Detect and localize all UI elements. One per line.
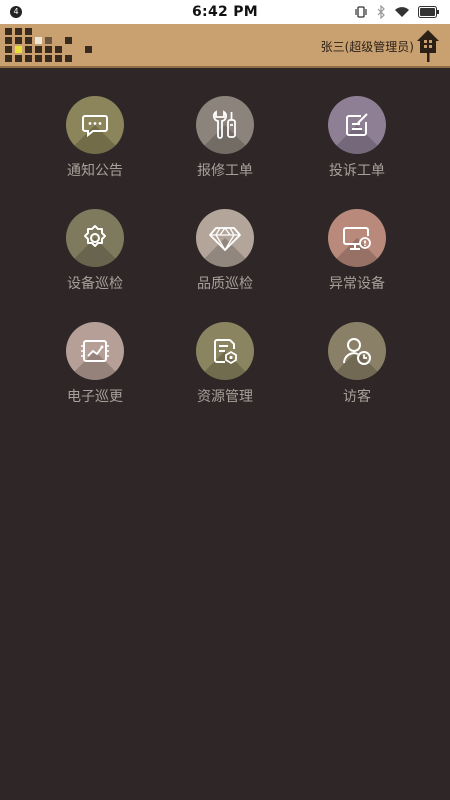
wifi-icon — [395, 7, 409, 17]
menu-item-icon-bg — [328, 322, 386, 380]
menu-item-icon-bg — [66, 209, 124, 267]
resource-doc-icon — [214, 339, 237, 365]
menu-item-resource-management[interactable]: 资源管理 — [170, 322, 280, 406]
menu-item-notice[interactable]: 通知公告 — [40, 96, 150, 180]
menu-item-label: 报修工单 — [197, 163, 253, 179]
notification-badge: 4 — [10, 6, 22, 18]
menu-item-icon-bg — [196, 322, 254, 380]
repair-tools-icon — [213, 110, 236, 139]
menu-item-icon-bg — [66, 96, 124, 154]
menu-item-abnormal-equipment[interactable]: 异常设备 — [302, 209, 412, 293]
user-name-label[interactable]: 张三(超级管理员) — [321, 38, 414, 55]
message-icon — [82, 115, 108, 138]
menu-item-icon-bg — [328, 209, 386, 267]
monitor-alert-icon — [343, 227, 371, 250]
diamond-icon — [209, 226, 241, 252]
menu-item-icon-bg — [196, 96, 254, 154]
patrol-chart-icon — [81, 340, 109, 362]
battery-icon — [418, 6, 439, 18]
menu-item-label: 品质巡检 — [197, 276, 253, 292]
menu-item-label: 设备巡检 — [67, 276, 123, 292]
pixel-logo — [5, 28, 92, 62]
bluetooth-icon — [377, 5, 385, 19]
complaint-edit-icon — [346, 113, 368, 136]
menu-item-label: 电子巡更 — [67, 389, 123, 405]
menu-item-icon-bg — [328, 96, 386, 154]
menu-item-label: 资源管理 — [197, 389, 253, 405]
menu-item-label: 访客 — [343, 389, 371, 405]
house-icon[interactable] — [416, 29, 440, 63]
menu-item-icon-bg — [66, 322, 124, 380]
vibrate-icon — [355, 6, 367, 18]
menu-item-visitor[interactable]: 访客 — [302, 322, 412, 406]
gear-icon — [84, 225, 106, 247]
menu-item-electronic-patrol[interactable]: 电子巡更 — [40, 322, 150, 406]
menu-item-equipment-inspection[interactable]: 设备巡检 — [40, 209, 150, 293]
menu-item-complaint-order[interactable]: 投诉工单 — [302, 96, 412, 180]
menu-item-quality-inspection[interactable]: 品质巡检 — [170, 209, 280, 293]
menu-item-label: 通知公告 — [67, 163, 123, 179]
status-time: 6:42 PM — [192, 4, 258, 20]
menu-item-label: 投诉工单 — [329, 163, 385, 179]
app-header: 张三(超级管理员) — [0, 24, 450, 68]
visitor-clock-icon — [343, 338, 371, 365]
status-bar: 4 6:42 PM — [0, 0, 450, 24]
menu-item-label: 异常设备 — [329, 276, 385, 292]
menu-item-repair-order[interactable]: 报修工单 — [170, 96, 280, 180]
status-icons — [354, 4, 440, 20]
menu-item-icon-bg — [196, 209, 254, 267]
